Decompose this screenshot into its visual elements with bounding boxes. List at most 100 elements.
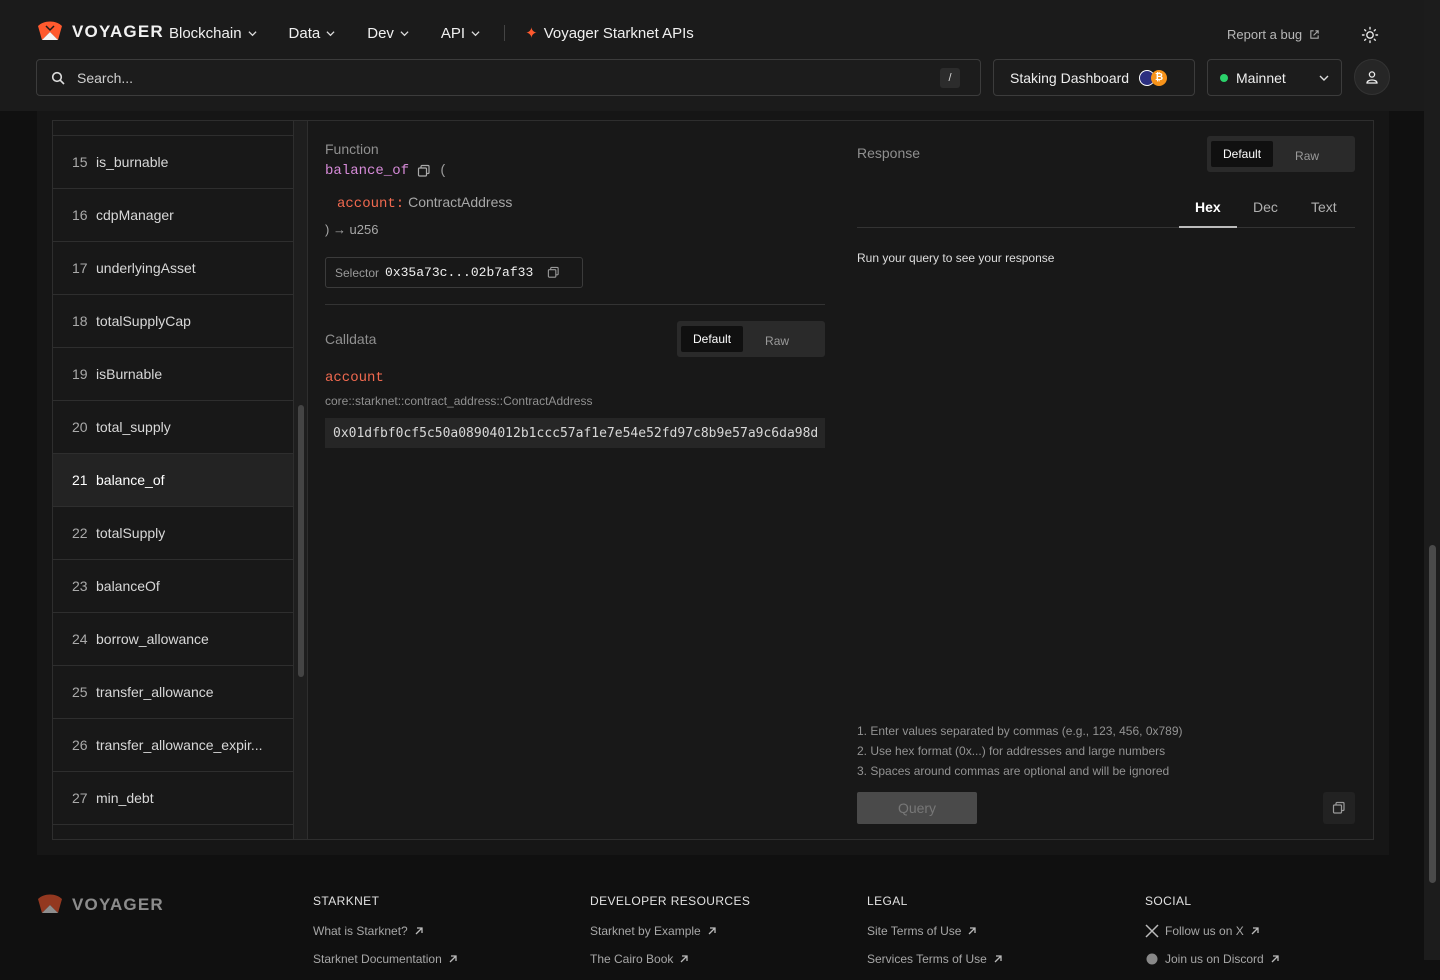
response-default-option[interactable]: Default: [1211, 141, 1274, 167]
function-list-item[interactable]: 20 total_supply: [53, 401, 293, 454]
function-list-item[interactable]: 22 totalSupply: [53, 507, 293, 560]
nav-label: API: [440, 24, 466, 42]
footer-link[interactable]: What is Starknet?: [313, 924, 458, 938]
function-index: 26: [72, 737, 88, 753]
open-paren: (: [439, 163, 448, 179]
copy-icon: [1332, 801, 1345, 814]
function-list-item[interactable]: 16 cdpManager: [53, 189, 293, 242]
report-bug-link[interactable]: Report a bug: [1227, 27, 1320, 42]
response-empty-message: Run your query to see your response: [857, 251, 1055, 265]
calldata-default-option[interactable]: Default: [681, 326, 744, 352]
nav-data[interactable]: Data: [289, 25, 336, 42]
footer-link[interactable]: Follow us on X: [1145, 924, 1280, 938]
chevron-down-icon: [326, 30, 335, 36]
staking-dashboard-button[interactable]: Staking Dashboard ₿: [993, 59, 1195, 96]
divider: [325, 304, 825, 305]
function-index: 25: [72, 684, 88, 700]
copy-response-button[interactable]: [1323, 792, 1355, 824]
x-logo-icon: [1145, 924, 1159, 938]
nav-blockchain[interactable]: Blockchain: [169, 25, 257, 42]
nav-api[interactable]: API: [441, 25, 480, 42]
calldata-raw-option[interactable]: Raw: [743, 326, 811, 352]
page-scrollbar[interactable]: [1424, 0, 1440, 960]
function-list-item[interactable]: 15 is_burnable: [53, 136, 293, 189]
theme-toggle-sun-icon[interactable]: [1361, 26, 1379, 44]
footer-link[interactable]: Join us on Discord: [1145, 952, 1280, 966]
voyager-logo[interactable]: VOYAGER: [36, 20, 164, 44]
response-raw-option[interactable]: Raw: [1273, 141, 1341, 167]
arrow-up-right-icon: [708, 927, 716, 935]
response-panel: Response Default Raw Hex Dec Text Run yo…: [857, 121, 1355, 839]
function-list-scroll-thumb[interactable]: [298, 405, 304, 677]
network-label: Mainnet: [1236, 69, 1286, 86]
copy-icon[interactable]: [547, 266, 560, 279]
footer-logo[interactable]: VOYAGER: [36, 893, 164, 917]
function-list-item[interactable]: 19 isBurnable: [53, 348, 293, 401]
function-index: 17: [72, 260, 88, 276]
footer-link-label: Starknet by Example: [590, 924, 701, 938]
nav-voyager-apis[interactable]: ✦ Voyager Starknet APIs: [525, 24, 694, 43]
footer-link[interactable]: Services Terms of Use: [867, 952, 1003, 966]
footer-link[interactable]: The Cairo Book: [590, 952, 750, 966]
account-param-input[interactable]: [325, 418, 825, 448]
footer-column-title: SOCIAL: [1145, 894, 1192, 908]
bitcoin-token-icon: ₿: [1151, 69, 1168, 86]
footer-link-label: Join us on Discord: [1165, 952, 1264, 966]
function-list-item[interactable]: [53, 121, 293, 136]
function-name: totalSupplyCap: [96, 313, 191, 329]
function-list: 15 is_burnable 16 cdpManager 17 underlyi…: [53, 121, 294, 839]
function-list-item[interactable]: 23 balanceOf: [53, 560, 293, 613]
arrow-up-right-icon: [680, 955, 689, 963]
footer-column-title: DEVELOPER RESOURCES: [590, 894, 751, 908]
footer-logo-text: VOYAGER: [72, 895, 164, 914]
active-tab-indicator: [1179, 226, 1237, 228]
function-list-item-selected[interactable]: 21 balance_of: [53, 454, 293, 507]
discord-icon: [1146, 953, 1158, 965]
tab-hex[interactable]: Hex: [1195, 199, 1221, 215]
function-title: balance_of: [325, 163, 410, 179]
query-button[interactable]: Query: [857, 792, 977, 824]
function-index: 21: [72, 472, 88, 488]
function-list-item[interactable]: 25 transfer_allowance: [53, 666, 293, 719]
footer-column-legal: LEGAL Site Terms of Use Services Terms o…: [867, 894, 1003, 980]
search-input[interactable]: [77, 60, 937, 95]
function-name: isBurnable: [96, 366, 163, 382]
function-name: underlyingAsset: [96, 260, 196, 276]
param-name: account: [325, 370, 384, 386]
function-name: transfer_allowance: [96, 684, 214, 700]
footer-link[interactable]: Site Terms of Use: [867, 924, 1003, 938]
function-index: 27: [72, 790, 88, 806]
tab-dec[interactable]: Dec: [1253, 199, 1278, 215]
function-index: 18: [72, 313, 88, 329]
nav-dev[interactable]: Dev: [367, 25, 409, 42]
footer-column-title: STARKNET: [313, 894, 380, 908]
nav-label: Dev: [367, 24, 394, 42]
copy-icon[interactable]: [417, 164, 431, 178]
function-list-item[interactable]: 18 totalSupplyCap: [53, 295, 293, 348]
function-index: 20: [72, 419, 88, 435]
function-list-scrollbar[interactable]: [294, 121, 308, 839]
function-list-item[interactable]: 24 borrow_allowance: [53, 613, 293, 666]
network-selector[interactable]: Mainnet: [1207, 59, 1342, 96]
page-scroll-thumb[interactable]: [1429, 545, 1436, 883]
function-index: 23: [72, 578, 88, 594]
function-name: cdpManager: [96, 207, 174, 223]
arrow-up-right-icon: [449, 955, 457, 963]
footer-link[interactable]: Starknet Documentation: [313, 952, 458, 966]
network-status-dot: [1220, 73, 1228, 82]
function-list-item[interactable]: 17 underlyingAsset: [53, 242, 293, 295]
function-name: balanceOf: [96, 578, 160, 594]
external-link-icon: [1310, 30, 1319, 39]
response-tabs: Hex Dec Text: [857, 191, 1355, 228]
staking-token-icons: ₿: [1139, 69, 1168, 86]
tab-text[interactable]: Text: [1311, 199, 1337, 215]
footer-link-label: What is Starknet?: [313, 924, 408, 938]
footer-link[interactable]: Starknet by Example: [590, 924, 750, 938]
function-list-item[interactable]: 26 transfer_allowance_expir...: [53, 719, 293, 772]
function-list-item[interactable]: 27 min_debt: [53, 772, 293, 825]
function-label: Function: [325, 141, 379, 157]
user-account-button[interactable]: [1354, 59, 1390, 95]
function-index: 16: [72, 207, 88, 223]
calldata-label: Calldata: [325, 331, 377, 347]
footer-link-label: Services Terms of Use: [867, 952, 987, 966]
